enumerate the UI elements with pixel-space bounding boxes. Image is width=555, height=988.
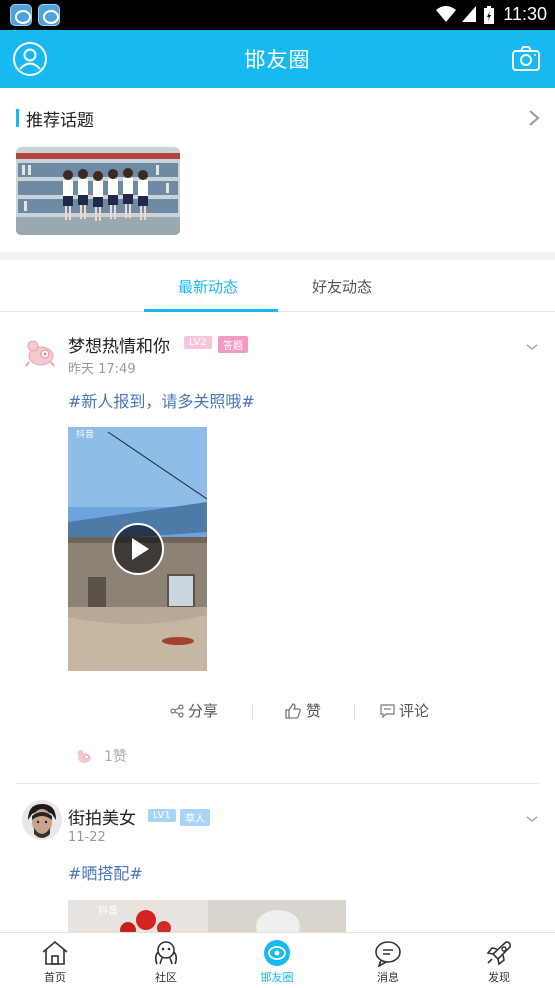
tab-friends[interactable]: 好友动态	[312, 276, 372, 297]
nav-messages[interactable]: 消息	[348, 939, 428, 985]
user-tag-badge: 草人	[180, 809, 210, 826]
app-notification-icon	[38, 4, 60, 26]
post-card: 街拍美女 LV1 草人 11-22 #晒搭配# 抖音	[0, 784, 555, 934]
clock: 11:30	[503, 4, 547, 24]
user-tag-badge: 答题	[218, 336, 248, 353]
topic-thumbnail[interactable]	[16, 147, 180, 235]
nav-circle[interactable]: 邯友圈	[237, 939, 317, 985]
video-watermark: 抖音	[76, 428, 94, 440]
likes-summary[interactable]: 1赞	[74, 746, 127, 766]
post-video[interactable]: 抖音	[68, 900, 346, 934]
chevron-down-icon[interactable]	[525, 814, 539, 824]
recommended-topics: 推荐话题	[0, 88, 555, 252]
bottom-navigation: 首页 社区 邯友圈 消息 发现	[0, 932, 555, 988]
wifi-icon	[436, 6, 456, 22]
camera-icon[interactable]	[511, 44, 541, 74]
like-label: 赞	[306, 702, 322, 720]
post-card: 梦想热情和你 LV2 答题 昨天 17:49 #新人报到，请多关照哦# 抖音 分…	[0, 312, 555, 784]
section-gap	[0, 252, 555, 260]
post-time: 昨天 17:49	[68, 362, 136, 377]
section-title: 推荐话题	[26, 111, 94, 131]
level-badge: LV1	[148, 809, 176, 822]
level-badge: LV2	[184, 336, 212, 349]
nav-label: 消息	[377, 971, 399, 984]
comment-label: 评论	[399, 702, 430, 720]
likes-count: 1赞	[104, 749, 127, 765]
liker-avatar	[77, 750, 91, 763]
username[interactable]: 街拍美女	[68, 804, 136, 829]
post-time: 11-22	[68, 830, 106, 845]
community-icon	[154, 941, 178, 965]
nav-label: 首页	[44, 971, 66, 984]
post-actions: 分享 赞 评论	[0, 700, 555, 724]
app-header: 邯友圈	[0, 30, 555, 88]
share-button[interactable]: 分享	[170, 700, 218, 721]
chevron-down-icon[interactable]	[525, 342, 539, 352]
video-watermark: 抖音	[98, 904, 118, 917]
like-button[interactable]: 赞	[284, 700, 321, 721]
section-accent-bar	[16, 109, 19, 127]
message-icon	[375, 941, 401, 967]
post-video[interactable]: 抖音	[68, 427, 207, 671]
action-separator	[354, 704, 355, 720]
chevron-right-icon[interactable]	[527, 108, 541, 128]
avatar[interactable]	[22, 800, 62, 840]
share-icon	[170, 703, 184, 718]
post-hashtag[interactable]: #新人报到，请多关照哦#	[68, 388, 255, 412]
nav-home[interactable]: 首页	[15, 939, 95, 985]
comment-icon	[380, 703, 395, 718]
nav-community[interactable]: 社区	[126, 939, 206, 985]
username[interactable]: 梦想热情和你	[68, 332, 170, 357]
nav-discover[interactable]: 发现	[459, 939, 539, 985]
post-hashtag[interactable]: #晒搭配#	[68, 860, 143, 884]
thumbs-up-icon	[285, 702, 301, 719]
app-notification-icon	[10, 4, 32, 26]
share-label: 分享	[188, 702, 219, 720]
nav-label: 邯友圈	[260, 971, 294, 984]
nav-label: 社区	[155, 971, 177, 984]
avatar[interactable]	[20, 332, 60, 372]
circle-icon	[264, 940, 290, 966]
page-title: 邯友圈	[244, 48, 311, 72]
signal-icon	[462, 6, 476, 22]
nav-label: 发现	[488, 971, 510, 984]
status-bar: 11:30	[0, 0, 555, 30]
play-icon[interactable]	[111, 522, 165, 576]
battery-icon	[484, 6, 494, 24]
home-icon	[42, 940, 68, 965]
feed-tabs: 最新动态 好友动态	[0, 260, 555, 312]
action-separator	[252, 704, 253, 720]
comment-button[interactable]: 评论	[380, 700, 429, 721]
tab-latest[interactable]: 最新动态	[178, 276, 238, 297]
rocket-icon	[486, 941, 511, 966]
